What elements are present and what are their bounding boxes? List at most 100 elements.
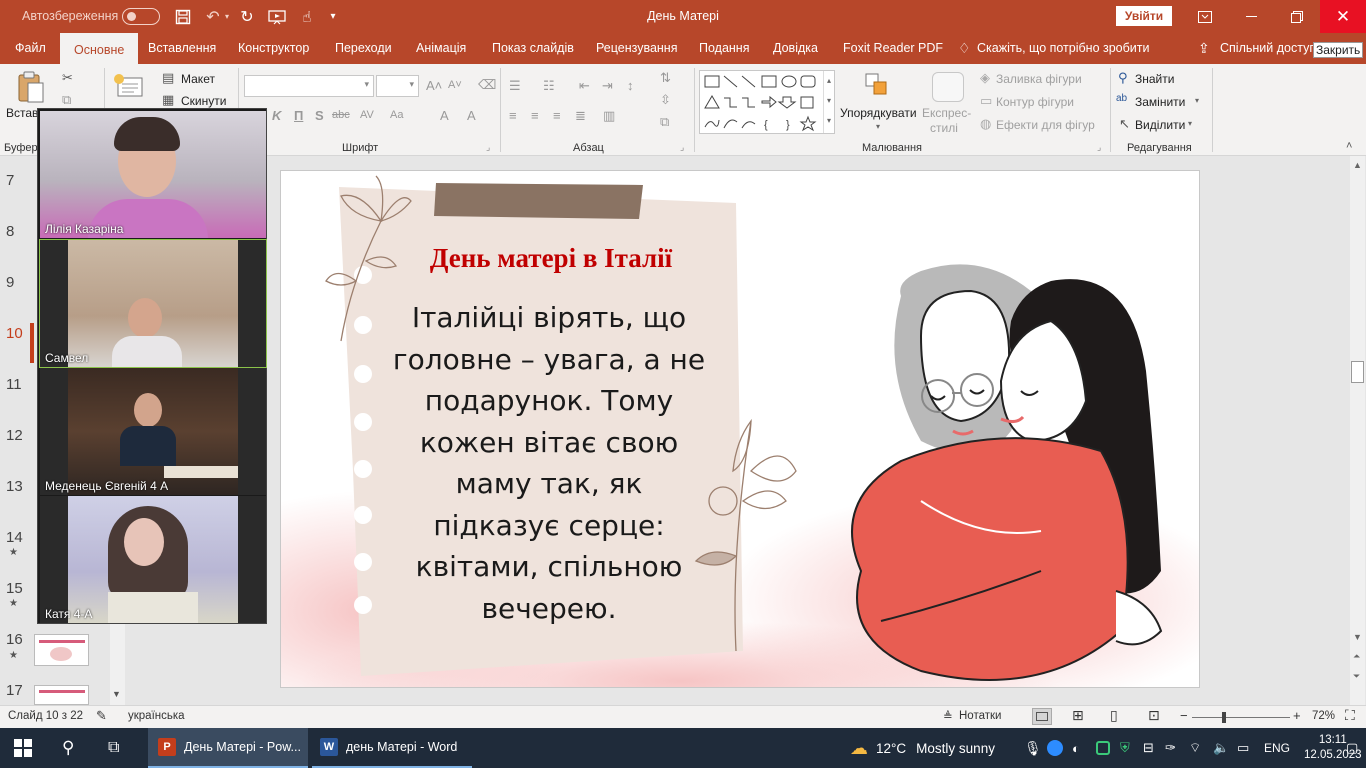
slide-thumbnail-16[interactable] bbox=[34, 634, 89, 666]
close-icon[interactable]: ✕ bbox=[1320, 0, 1366, 33]
smartart-icon[interactable]: ⧉ bbox=[660, 114, 669, 130]
zoom-slider[interactable] bbox=[1192, 712, 1290, 723]
taskbar-app-powerpoint[interactable]: P День Матері - Pow... bbox=[148, 728, 308, 768]
restore-icon[interactable] bbox=[1282, 0, 1312, 33]
font-dialog-launcher-icon[interactable]: ⌟ bbox=[486, 142, 490, 153]
previous-slide-icon[interactable]: ⏶ bbox=[1353, 651, 1360, 662]
align-center-icon[interactable]: ≡ bbox=[531, 108, 539, 123]
video-call-overlay[interactable]: Лілія Казаріна Самвел Меденець Євгеній 4… bbox=[37, 108, 267, 624]
highlight-icon[interactable]: A bbox=[467, 108, 476, 123]
participant-tile[interactable]: Лілія Казаріна bbox=[40, 111, 266, 238]
tab-view[interactable]: Подання bbox=[699, 33, 749, 64]
arrange-button[interactable]: Упорядкувати bbox=[840, 106, 917, 120]
strikethrough-icon[interactable]: abc bbox=[332, 109, 350, 121]
tab-animations[interactable]: Анімація bbox=[416, 33, 466, 64]
slide-thumbnail-17[interactable] bbox=[34, 685, 89, 705]
tell-me-search[interactable]: Скажіть, що потрібно зробити bbox=[977, 33, 1150, 64]
meet-tray-icon[interactable]: ◐ bbox=[1072, 728, 1080, 768]
start-button[interactable] bbox=[14, 728, 36, 768]
participant-tile[interactable]: Катя 4-А bbox=[40, 496, 266, 623]
network-tray-icon[interactable]: ⊟ bbox=[1143, 728, 1154, 768]
layout-button[interactable]: Макет bbox=[181, 72, 215, 86]
quick-styles-icon[interactable] bbox=[932, 72, 964, 102]
microphone-icon[interactable]: 🎙 bbox=[1024, 728, 1042, 768]
justify-icon[interactable]: ≣ bbox=[575, 108, 586, 124]
decrease-indent-icon[interactable]: ⇤ bbox=[579, 78, 590, 94]
slide-body-text[interactable]: Італійці вірять, що головне – увага, а н… bbox=[389, 297, 709, 629]
tab-transitions[interactable]: Переходи bbox=[335, 33, 392, 64]
share-button[interactable]: Спільний доступ bbox=[1220, 33, 1316, 64]
shape-outline-button[interactable]: Контур фігури bbox=[996, 95, 1074, 109]
thumbs-scroll-down-icon[interactable]: ▼ bbox=[112, 689, 121, 699]
replace-button[interactable]: Замінити bbox=[1135, 95, 1185, 109]
font-color-icon[interactable]: A bbox=[440, 108, 449, 123]
zoom-slider-thumb[interactable] bbox=[1222, 712, 1226, 723]
change-case-icon[interactable]: Aa bbox=[390, 109, 403, 121]
tab-help[interactable]: Довідка bbox=[773, 33, 818, 64]
increase-indent-icon[interactable]: ⇥ bbox=[602, 78, 613, 94]
paragraph-dialog-launcher-icon[interactable]: ⌟ bbox=[680, 142, 684, 153]
text-direction-icon[interactable]: ⇅ bbox=[660, 70, 671, 86]
app-tray-icon[interactable] bbox=[1096, 728, 1110, 768]
tab-slideshow[interactable]: Показ слайдів bbox=[492, 33, 574, 64]
copy-icon[interactable]: ⧉ bbox=[62, 92, 71, 108]
pen-tray-icon[interactable]: ✑ bbox=[1165, 728, 1176, 768]
ribbon-display-options-icon[interactable] bbox=[1190, 0, 1220, 33]
select-dropdown-icon[interactable]: ▾ bbox=[1188, 119, 1192, 128]
new-slide-icon[interactable] bbox=[112, 72, 146, 103]
slide-title[interactable]: День матері в Італії bbox=[371, 243, 731, 274]
quick-styles-button[interactable]: Експрес- bbox=[922, 106, 971, 120]
font-name-select[interactable]: ▾ bbox=[244, 75, 374, 97]
battery-icon[interactable]: ▭ bbox=[1237, 728, 1249, 768]
underline-icon[interactable]: П bbox=[294, 108, 303, 123]
participant-tile-speaking[interactable]: Самвел bbox=[39, 239, 267, 368]
zoom-out-icon[interactable]: − bbox=[1180, 708, 1188, 723]
tab-file[interactable]: Файл bbox=[15, 33, 46, 64]
clear-format-icon[interactable]: ⌫ bbox=[478, 77, 496, 93]
tab-insert[interactable]: Вставлення bbox=[148, 33, 216, 64]
task-view-icon[interactable]: ⧉ bbox=[108, 728, 130, 768]
select-button[interactable]: Виділити bbox=[1135, 118, 1185, 132]
numbering-icon[interactable]: ☷ bbox=[543, 78, 555, 94]
arrange-dropdown-icon[interactable]: ▾ bbox=[876, 122, 880, 131]
minimize-icon[interactable] bbox=[1236, 0, 1266, 33]
participant-tile[interactable]: Меденець Євгеній 4 А bbox=[40, 368, 266, 495]
sign-in-button[interactable]: Увійти bbox=[1116, 6, 1172, 26]
columns-icon[interactable]: ▥ bbox=[603, 108, 615, 124]
bullets-icon[interactable]: ☰ bbox=[509, 78, 521, 94]
search-icon[interactable]: ⚲ bbox=[62, 728, 84, 768]
tab-review[interactable]: Рецензування bbox=[596, 33, 677, 64]
tab-design[interactable]: Конструктор bbox=[238, 33, 309, 64]
slideshow-view-icon[interactable]: ⊡ bbox=[1148, 707, 1160, 724]
find-button[interactable]: Знайти bbox=[1135, 72, 1174, 86]
next-slide-icon[interactable]: ⏷ bbox=[1353, 671, 1360, 682]
tab-foxit[interactable]: Foxit Reader PDF bbox=[843, 33, 943, 64]
zoom-tray-icon[interactable] bbox=[1047, 728, 1063, 768]
slide-scrollbar[interactable]: ▲ ▼ ⏶ ⏷ bbox=[1350, 156, 1365, 705]
shadow-icon[interactable]: S bbox=[315, 108, 324, 123]
shape-effects-button[interactable]: Ефекти для фігур bbox=[996, 118, 1095, 132]
shape-fill-button[interactable]: Заливка фігури bbox=[996, 72, 1082, 86]
paste-icon[interactable] bbox=[16, 70, 46, 107]
line-spacing-icon[interactable]: ↕ bbox=[627, 78, 634, 93]
reset-button[interactable]: Скинути bbox=[181, 94, 226, 108]
language-indicator[interactable]: українська bbox=[128, 710, 185, 722]
char-spacing-icon[interactable]: AV bbox=[360, 109, 374, 121]
slide-sorter-icon[interactable]: ⊞ bbox=[1072, 707, 1084, 724]
notifications-icon[interactable]: ▢ bbox=[1346, 728, 1358, 768]
drawing-dialog-launcher-icon[interactable]: ⌟ bbox=[1097, 142, 1101, 153]
weather-widget[interactable]: ☁ 12°C Mostly sunny bbox=[850, 728, 995, 768]
font-size-select[interactable]: ▾ bbox=[376, 75, 419, 97]
align-text-icon[interactable]: ⇳ bbox=[660, 92, 671, 108]
tab-home[interactable]: Основне bbox=[60, 33, 139, 64]
normal-view-icon[interactable] bbox=[1032, 708, 1052, 725]
align-left-icon[interactable]: ≡ bbox=[509, 108, 517, 123]
shapes-gallery[interactable]: { } ▴ ▾ ▾ bbox=[699, 70, 835, 134]
increase-font-icon[interactable]: A˄ bbox=[426, 78, 442, 93]
security-tray-icon[interactable]: ⛨ bbox=[1120, 728, 1130, 768]
paste-button[interactable]: Встав bbox=[6, 106, 38, 120]
reading-view-icon[interactable]: ▯ bbox=[1110, 707, 1118, 724]
italic-icon[interactable]: K bbox=[272, 108, 281, 123]
zoom-in-icon[interactable]: + bbox=[1293, 708, 1301, 723]
zoom-level[interactable]: 72% bbox=[1312, 710, 1335, 722]
